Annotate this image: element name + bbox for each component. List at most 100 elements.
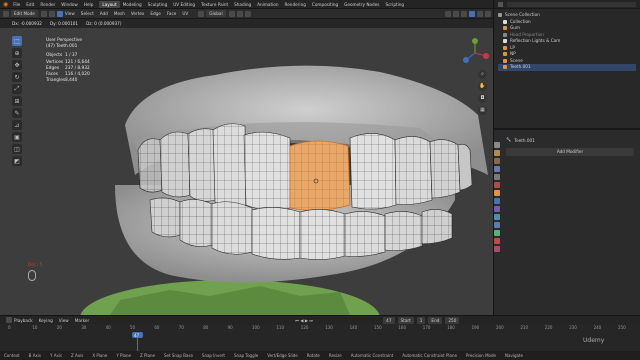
- menu-render[interactable]: Render: [40, 2, 55, 7]
- tab-compositing[interactable]: Compositing: [309, 1, 341, 8]
- timeline-editor-icon[interactable]: [6, 317, 12, 323]
- camera-icon[interactable]: ◘: [478, 94, 487, 103]
- timeline-playback[interactable]: Playback: [14, 318, 33, 323]
- shading-render-icon[interactable]: [485, 10, 491, 17]
- orientation-icon[interactable]: [198, 10, 205, 17]
- properties-panel[interactable]: 🔧 Teeth.001 Add Modifier: [493, 128, 640, 315]
- timeline[interactable]: Playback Keying View Marker ⏮ ◀ ▶ ⏭ 47 S…: [0, 315, 640, 351]
- mode-dropdown[interactable]: Edit Mode: [11, 10, 38, 17]
- tab-layout[interactable]: Layout: [99, 0, 120, 8]
- bevel-icon[interactable]: ◩: [12, 156, 22, 166]
- vertex-select-icon[interactable]: [40, 10, 47, 17]
- xray-icon[interactable]: [461, 10, 467, 17]
- delta-y: Dy: 0.000101: [49, 21, 79, 26]
- editor-type-icon[interactable]: [3, 10, 9, 17]
- select-box-icon[interactable]: ⬚: [12, 36, 22, 46]
- properties-tabs: [493, 140, 501, 300]
- tab-shading[interactable]: Shading: [231, 1, 254, 8]
- outliner-item-teeth[interactable]: Teeth.001: [498, 64, 636, 71]
- outliner-filter-icon[interactable]: [498, 1, 503, 7]
- tab-rendering[interactable]: Rendering: [282, 1, 309, 8]
- overlay-icon[interactable]: [453, 10, 459, 17]
- menu-window[interactable]: Window: [61, 2, 78, 7]
- modifier-tab-icon[interactable]: [494, 198, 500, 204]
- blender-logo-icon[interactable]: ◉: [3, 1, 8, 8]
- pan-hand-icon[interactable]: ✋: [478, 82, 487, 91]
- cursor-icon[interactable]: ⊕: [12, 48, 22, 58]
- timeline-tick: 50: [130, 325, 136, 330]
- menu-help[interactable]: Help: [84, 2, 94, 7]
- viewport-header: Edit Mode View Select Add Mesh Vertex Ed…: [0, 9, 493, 19]
- proportional-icon[interactable]: [244, 10, 251, 17]
- grid-icon[interactable]: ▦: [478, 106, 487, 115]
- play-controls-icon[interactable]: ⏮ ◀ ▶ ⏭: [295, 318, 313, 323]
- render-tab-icon[interactable]: [494, 150, 500, 156]
- menu-uv[interactable]: UV: [182, 11, 188, 16]
- transform-icon[interactable]: ⊞: [12, 96, 22, 106]
- scene-tab-icon[interactable]: [494, 174, 500, 180]
- menu-add[interactable]: Add: [100, 11, 108, 16]
- measure-icon[interactable]: ⊿: [12, 120, 22, 130]
- material-tab-icon[interactable]: [494, 238, 500, 244]
- tab-sculpting[interactable]: Sculpting: [145, 1, 171, 8]
- physics-tab-icon[interactable]: [494, 214, 500, 220]
- menu-file[interactable]: File: [13, 2, 20, 7]
- menu-face[interactable]: Face: [167, 11, 176, 16]
- inset-icon[interactable]: ◫: [12, 144, 22, 154]
- tab-texture-paint[interactable]: Texture Paint: [198, 1, 231, 8]
- edge-select-icon[interactable]: [48, 10, 55, 17]
- constraints-tab-icon[interactable]: [494, 222, 500, 228]
- mouse-hint-text: Dec / 5: [28, 262, 43, 267]
- timeline-tick: 210: [520, 325, 529, 330]
- timeline-marker[interactable]: Marker: [75, 318, 89, 323]
- particles-tab-icon[interactable]: [494, 206, 500, 212]
- outliner[interactable]: Scene Collection Collection Gum Head Pro…: [493, 0, 640, 128]
- tab-geometry-nodes[interactable]: Geometry Nodes: [341, 1, 382, 8]
- timeline-view[interactable]: View: [59, 318, 69, 323]
- scale-icon[interactable]: ⤢: [12, 84, 22, 94]
- start-frame-field[interactable]: 1: [416, 316, 426, 324]
- timeline-tick: 30: [81, 325, 87, 330]
- menu-vertex[interactable]: Vertex: [131, 11, 144, 16]
- data-tab-icon[interactable]: [494, 230, 500, 236]
- move-icon[interactable]: ✥: [12, 60, 22, 70]
- menu-edit[interactable]: Edit: [26, 2, 34, 7]
- tab-modeling[interactable]: Modeling: [120, 1, 145, 8]
- timeline-tick: 200: [496, 325, 504, 330]
- current-frame-field[interactable]: 47: [383, 316, 395, 324]
- shading-material-icon[interactable]: [477, 10, 483, 17]
- visibility-icon[interactable]: [445, 10, 451, 17]
- view-layer-tab-icon[interactable]: [494, 166, 500, 172]
- snap-icon[interactable]: [236, 10, 243, 17]
- texture-tab-icon[interactable]: [494, 246, 500, 252]
- extrude-icon[interactable]: ▣: [12, 132, 22, 142]
- menu-edge[interactable]: Edge: [150, 11, 161, 16]
- timeline-tick: 160: [398, 325, 407, 330]
- timeline-keying[interactable]: Keying: [39, 318, 53, 323]
- annotate-icon[interactable]: ✎: [12, 108, 22, 118]
- object-tab-icon[interactable]: [494, 190, 500, 196]
- menu-select[interactable]: Select: [81, 11, 94, 16]
- pivot-icon[interactable]: [228, 10, 235, 17]
- menu-mesh[interactable]: Mesh: [114, 11, 125, 16]
- navigation-gizmo[interactable]: [460, 38, 490, 68]
- menu-view[interactable]: View: [65, 11, 75, 16]
- tab-scripting[interactable]: Scripting: [382, 1, 407, 8]
- add-modifier-button[interactable]: Add Modifier: [506, 148, 634, 156]
- output-tab-icon[interactable]: [494, 158, 500, 164]
- shading-solid-icon[interactable]: [469, 10, 475, 17]
- tab-uv-editing[interactable]: UV Editing: [170, 1, 198, 8]
- orientation-dropdown[interactable]: Global: [206, 10, 226, 17]
- zoom-icon[interactable]: ⌕: [478, 70, 487, 79]
- rotate-icon[interactable]: ↻: [12, 72, 22, 82]
- timeline-tick: 120: [300, 325, 309, 330]
- outliner-search-input[interactable]: [507, 1, 636, 7]
- tool-tab-icon[interactable]: [494, 142, 500, 148]
- tab-animation[interactable]: Animation: [254, 1, 281, 8]
- status-hint: Set Snap Base: [163, 353, 193, 358]
- timeline-tick: 240: [593, 325, 602, 330]
- world-tab-icon[interactable]: [494, 182, 500, 188]
- face-select-icon[interactable]: [56, 10, 63, 17]
- end-frame-field[interactable]: 250: [445, 316, 460, 324]
- timeline-ruler[interactable]: 0 10 20 30 40 50 60 70 80 90 100 110 120 130 140 150 160…: [0, 324, 640, 351]
